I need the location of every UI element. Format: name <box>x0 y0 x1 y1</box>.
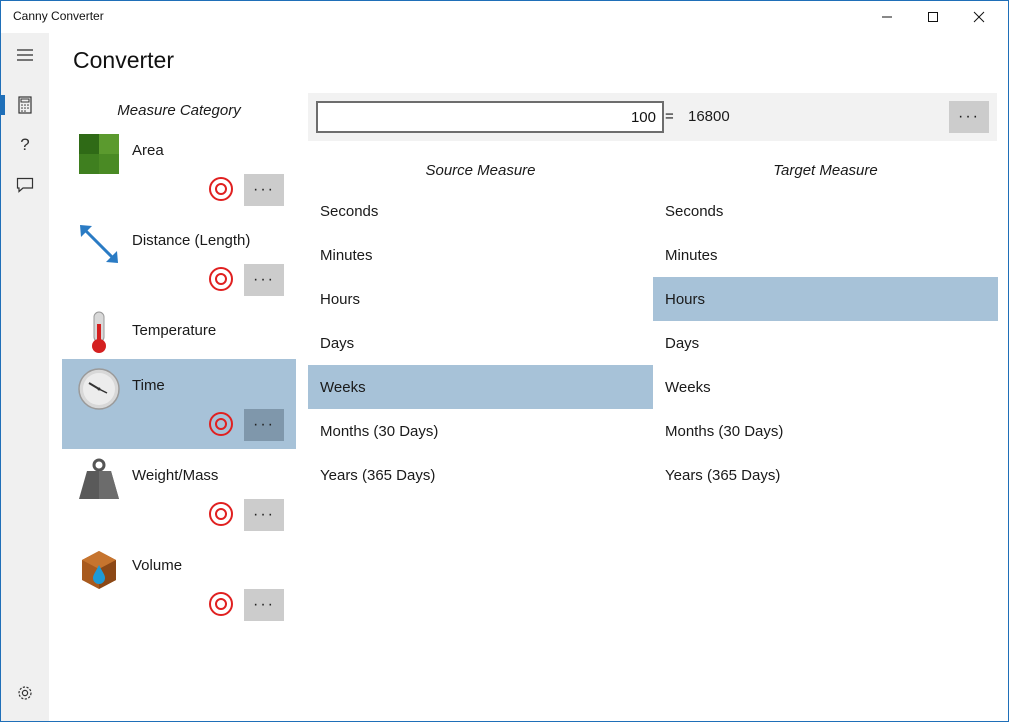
volume-cube-icon <box>82 551 116 589</box>
maximize-icon <box>928 12 938 22</box>
nav-converter[interactable] <box>1 85 49 125</box>
category-more-button[interactable]: ··· <box>244 589 284 621</box>
category-label: Temperature <box>132 322 217 339</box>
unit-label: Weeks <box>665 378 711 396</box>
window-title: Canny Converter <box>13 9 104 23</box>
weight-icon <box>79 458 119 499</box>
category-header: Measure Category <box>117 102 241 119</box>
target-unit-item[interactable]: Months (30 Days) <box>653 409 998 453</box>
unit-label: Hours <box>665 290 706 308</box>
source-unit-item[interactable]: Minutes <box>308 233 653 277</box>
unit-label: Seconds <box>665 202 724 220</box>
source-header: Source Measure <box>425 162 536 179</box>
feedback-icon <box>16 177 34 193</box>
hamburger-menu-button[interactable] <box>1 35 49 75</box>
target-unit-item[interactable]: Minutes <box>653 233 998 277</box>
nav-settings[interactable] <box>1 673 49 713</box>
unit-label: Days <box>665 334 700 352</box>
category-more-button[interactable]: ··· <box>244 264 284 296</box>
minimize-button[interactable] <box>864 1 910 33</box>
page-title: Converter <box>73 47 174 73</box>
help-icon: ? <box>20 135 30 154</box>
close-button[interactable] <box>956 1 1002 33</box>
source-unit-item-selected[interactable]: Weeks <box>308 365 653 409</box>
distance-arrow-icon <box>80 225 118 263</box>
nav-rail: ? <box>1 33 49 721</box>
unit-label: Months (30 Days) <box>320 422 439 440</box>
unit-label: Hours <box>320 290 361 308</box>
maximize-button[interactable] <box>910 1 956 33</box>
clock-icon <box>78 368 120 410</box>
conversion-bar: = 16800 ··· <box>308 93 997 141</box>
nav-help[interactable]: ? <box>1 125 49 165</box>
source-unit-item[interactable]: Hours <box>308 277 653 321</box>
close-icon <box>973 11 985 23</box>
target-unit-item[interactable]: Days <box>653 321 998 365</box>
calculator-icon <box>18 96 32 114</box>
category-distance[interactable]: Distance (Length) ··· <box>62 214 296 304</box>
category-temperature[interactable]: Temperature <box>62 304 296 358</box>
unit-label: Seconds <box>320 202 379 220</box>
category-volume[interactable]: Volume ··· <box>62 539 296 629</box>
title-bar: Canny Converter <box>1 1 1008 33</box>
unit-label: Minutes <box>320 246 373 264</box>
lifebuoy-icon[interactable] <box>208 266 234 292</box>
minimize-icon <box>882 16 892 18</box>
area-icon <box>79 134 119 174</box>
lifebuoy-icon[interactable] <box>208 501 234 527</box>
nav-feedback[interactable] <box>1 165 49 205</box>
result-value: 16800 <box>688 108 730 125</box>
lifebuoy-icon[interactable] <box>208 591 234 617</box>
target-unit-item[interactable]: Years (365 Days) <box>653 453 998 497</box>
category-more-button[interactable]: ··· <box>244 174 284 206</box>
category-label: Time <box>132 377 165 394</box>
settings-icon <box>18 686 32 700</box>
category-label: Area <box>132 142 164 159</box>
source-unit-item[interactable]: Years (365 Days) <box>308 453 653 497</box>
category-weight[interactable]: Weight/Mass ··· <box>62 449 296 539</box>
category-label: Weight/Mass <box>132 467 219 484</box>
unit-label: Years (365 Days) <box>320 466 436 484</box>
unit-label: Days <box>320 334 355 352</box>
category-label: Volume <box>132 557 183 574</box>
unit-label: Months (30 Days) <box>665 422 784 440</box>
target-unit-item[interactable]: Seconds <box>653 189 998 233</box>
lifebuoy-icon[interactable] <box>208 411 234 437</box>
category-time[interactable]: Time ··· <box>62 359 296 449</box>
unit-label: Minutes <box>665 246 718 264</box>
app-window: Canny Converter ? Converter Measure Cate… <box>0 0 1009 722</box>
target-header: Target Measure <box>773 162 878 179</box>
value-input[interactable] <box>316 101 664 133</box>
unit-label: Years (365 Days) <box>665 466 781 484</box>
category-more-button[interactable]: ··· <box>244 499 284 531</box>
equals-sign: = <box>665 108 674 125</box>
source-unit-item[interactable]: Months (30 Days) <box>308 409 653 453</box>
unit-label: Weeks <box>320 378 366 396</box>
thermometer-icon <box>92 311 106 353</box>
lifebuoy-icon[interactable] <box>208 176 234 202</box>
target-unit-item-selected[interactable]: Hours <box>653 277 998 321</box>
source-unit-item[interactable]: Days <box>308 321 653 365</box>
hamburger-icon <box>17 49 33 61</box>
category-label: Distance (Length) <box>132 232 251 249</box>
category-area[interactable]: Area ··· <box>62 124 296 214</box>
source-unit-item[interactable]: Seconds <box>308 189 653 233</box>
target-unit-item[interactable]: Weeks <box>653 365 998 409</box>
category-more-button[interactable]: ··· <box>244 409 284 441</box>
conversion-more-button[interactable]: ··· <box>949 101 989 133</box>
